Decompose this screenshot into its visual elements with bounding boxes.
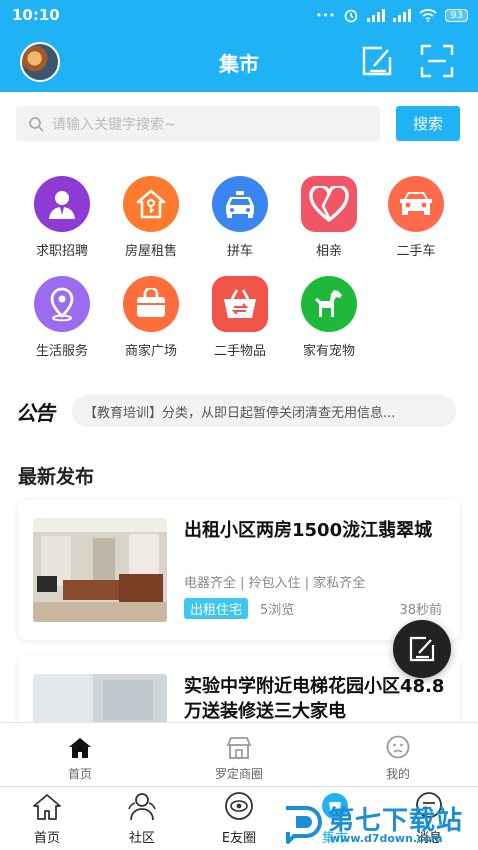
category-secondhand[interactable]: 二手物品 (195, 276, 285, 359)
watermark: 第七下载站 www.d7down.com (282, 798, 476, 848)
tab-e-circle[interactable]: E友圈 (194, 792, 284, 846)
status-bar: 10:10 ••• 93 (0, 0, 478, 30)
category-label: 二手车 (396, 244, 436, 259)
more-dots-icon: ••• (315, 8, 336, 22)
home-icon (69, 738, 91, 758)
status-icons: ••• 93 (316, 7, 468, 23)
edit-icon[interactable] (360, 44, 394, 78)
signal-icon-2 (393, 8, 412, 22)
category-jobs[interactable]: 求职招聘 (17, 176, 107, 259)
category-carpool[interactable]: 拼车 (195, 176, 285, 259)
tab-home-outer[interactable]: 首页 (2, 793, 92, 846)
post-thumbnail (33, 518, 167, 622)
app-header: 10:10 ••• 93 集市 (0, 0, 478, 92)
search-input[interactable]: 请输入关键字搜索~ (16, 106, 380, 141)
page-title: 集市 (219, 52, 259, 76)
tab-home[interactable]: 首页 (35, 731, 125, 782)
tab-label: 我的 (385, 767, 410, 781)
search-icon (29, 116, 44, 132)
heart-icon (301, 176, 357, 232)
wifi-icon (419, 9, 437, 22)
category-label: 二手物品 (213, 344, 266, 359)
category-label: 家有宠物 (302, 344, 355, 359)
tab-label: 首页 (33, 831, 60, 846)
category-label: 拼车 (226, 244, 253, 259)
category-label: 生活服务 (35, 344, 88, 359)
category-merchants[interactable]: 商家广场 (106, 276, 196, 359)
category-label: 相亲 (315, 244, 342, 259)
category-label: 求职招聘 (35, 244, 88, 259)
location-pin-icon (34, 276, 90, 332)
post-time: 38秒前 (399, 603, 442, 618)
post-views: 5浏览 (260, 603, 295, 618)
home-outline-icon (33, 794, 61, 820)
signal-icon (367, 8, 386, 22)
scan-icon[interactable] (420, 44, 454, 78)
tab-community[interactable]: 社区 (97, 793, 187, 846)
tab-label: 社区 (128, 831, 155, 846)
shopping-bag-icon (123, 276, 179, 332)
category-dating[interactable]: 相亲 (284, 176, 374, 259)
category-grid: 求职招聘 房屋租售 拼车 相亲 二手车 生活服务 商家广场 二手物品 家有宠物 (0, 152, 478, 372)
dog-icon (301, 276, 357, 332)
watermark-url: www.d7down.com (330, 832, 443, 845)
tab-label: 首页 (67, 767, 92, 781)
person-icon (34, 176, 90, 232)
post-category-badge: 出租住宅 (184, 598, 249, 619)
tab-mine[interactable]: 我的 (353, 731, 443, 782)
category-pets[interactable]: 家有宠物 (284, 276, 374, 359)
car-front-icon (388, 176, 444, 232)
search-placeholder: 请输入关键字搜索~ (52, 116, 176, 133)
tab-label: E友圈 (221, 831, 257, 846)
alarm-icon (344, 9, 358, 23)
tab-business-circle[interactable]: 罗定商圈 (194, 731, 284, 782)
section-title: 最新发布 (18, 466, 95, 488)
inner-tab-bar: 首页 罗定商圈 我的 (0, 722, 478, 786)
post-fab-button[interactable] (393, 620, 451, 678)
status-time: 10:10 (12, 6, 60, 24)
car-icon (212, 176, 268, 232)
announcement-logo: 公告 (16, 401, 55, 425)
latest-section: 最新发布 出租小区两房1500泷江翡翠城 电器齐全 | 拎包入住 | 家私齐全 … (0, 450, 478, 722)
tab-label: 罗定商圈 (214, 767, 263, 781)
community-icon (128, 793, 156, 821)
post-thumbnail (33, 674, 167, 722)
edit-icon (409, 636, 435, 662)
category-life-service[interactable]: 生活服务 (17, 276, 107, 359)
announcement-bar[interactable]: 公告 【教育培训】分类，从即日起暂停关闭清查无用信息... (0, 372, 478, 450)
category-used-cars[interactable]: 二手车 (371, 176, 461, 259)
category-label: 商家广场 (124, 344, 177, 359)
post-card[interactable]: 实验中学附近电梯花园小区48.8万送装修送三大家电 (18, 656, 460, 722)
store-icon (226, 737, 252, 759)
eye-circle-icon (225, 792, 253, 820)
announcement-text[interactable]: 【教育培训】分类，从即日起暂停关闭清查无用信息... (72, 395, 456, 427)
post-card[interactable]: 出租小区两房1500泷江翡翠城 电器齐全 | 拎包入住 | 家私齐全 出租住宅 … (18, 500, 460, 640)
battery-indicator: 93 (445, 8, 468, 22)
post-title: 出租小区两房1500泷江翡翠城 (184, 520, 433, 541)
category-label: 房屋租售 (124, 244, 177, 259)
basket-icon (212, 276, 268, 332)
post-tags: 电器齐全 | 拎包入住 | 家私齐全 (184, 576, 366, 591)
post-title: 实验中学附近电梯花园小区48.8万送装修送三大家电 (184, 676, 445, 722)
category-housing[interactable]: 房屋租售 (106, 176, 196, 259)
search-button[interactable]: 搜索 (396, 106, 460, 141)
watermark-logo-icon (286, 806, 322, 844)
face-icon (386, 735, 410, 759)
search-bar: 请输入关键字搜索~ 搜索 (0, 92, 478, 152)
house-key-icon (123, 176, 179, 232)
